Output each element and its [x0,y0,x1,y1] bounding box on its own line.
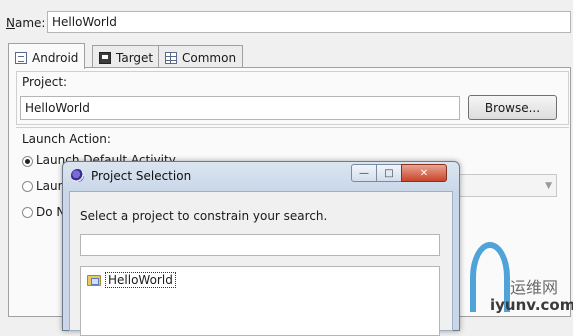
watermark-url: iyunv.com [490,296,573,314]
target-device-icon [99,52,111,64]
radio-launch-default[interactable] [22,156,33,167]
project-label: Project: [22,75,68,89]
eclipse-icon [71,169,84,182]
tab-android-label: Android [32,51,79,65]
project-list[interactable]: HelloWorld [80,266,440,336]
tab-common[interactable]: Common [158,45,244,67]
document-icon [15,52,27,64]
activity-combo[interactable]: ▼ [450,174,557,197]
minimize-button[interactable]: — [351,164,377,182]
radio-do-nothing[interactable] [22,207,33,218]
browse-button[interactable]: Browse... [468,95,557,120]
name-field[interactable]: HelloWorld [47,11,571,33]
tab-common-label: Common [182,51,237,65]
project-folder-icon [87,274,101,286]
project-field[interactable]: HelloWorld [20,96,460,120]
maximize-button[interactable]: □ [376,164,402,182]
dialog-prompt: Select a project to constrain your searc… [80,209,328,223]
watermark-chinese: 运维网 [510,278,559,297]
launch-action-label: Launch Action: [22,132,111,146]
tab-target[interactable]: Target [92,45,161,67]
tab-target-label: Target [116,51,154,65]
tab-android[interactable]: Android [8,43,86,69]
grid-icon [165,52,177,64]
project-filter-input[interactable] [80,234,440,256]
close-button[interactable]: ✕ [401,164,447,182]
radio-do-nothing-label: Do N [36,205,66,219]
dialog-title: Project Selection [91,169,192,183]
name-label-rest: ame: [14,16,46,30]
chevron-down-icon: ▼ [545,181,552,191]
radio-launch-label: Laun [36,179,66,193]
name-label: Name: [6,16,45,30]
project-selection-dialog: Project Selection — □ ✕ Select a project… [62,161,460,336]
list-item-label: HelloWorld [105,272,176,288]
name-label-mnemonic: N [6,16,15,30]
list-item[interactable]: HelloWorld [87,272,176,288]
radio-launch[interactable] [22,181,33,192]
